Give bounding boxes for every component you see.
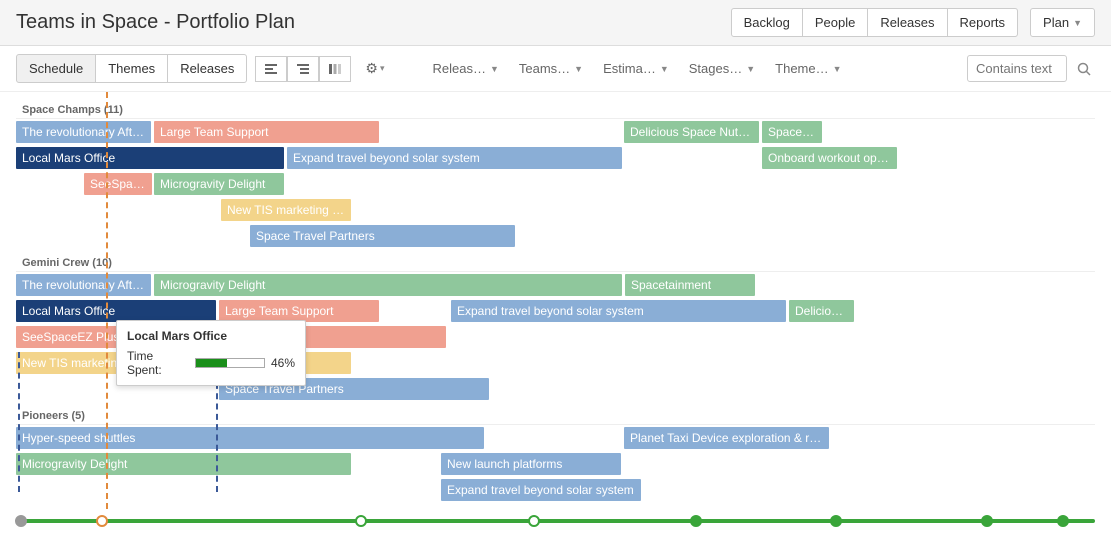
gantt-bar[interactable]: Onboard workout opt… (762, 147, 897, 169)
toolbar: Schedule Themes Releases ⚙ ▾ Releas…▼ Te… (0, 46, 1111, 92)
filter-releases[interactable]: Releas…▼ (426, 57, 504, 80)
timeline-marker[interactable] (830, 515, 842, 527)
nav-releases[interactable]: Releases (867, 8, 947, 37)
chevron-down-icon: ▼ (574, 64, 583, 74)
gantt-bar[interactable]: Hyper-speed shuttles (16, 427, 484, 449)
gantt-bar[interactable]: Microgravity Delight (154, 173, 284, 195)
gantt-bar[interactable]: Large Team Support (219, 300, 379, 322)
gantt-bar[interactable]: The revolutionary Aft… (16, 274, 151, 296)
nav-people[interactable]: People (802, 8, 868, 37)
group-header[interactable]: Space Champs (11) (16, 100, 1095, 119)
gantt-bar[interactable]: Expand travel beyond solar system (451, 300, 786, 322)
timeline-marker[interactable] (690, 515, 702, 527)
tab-schedule[interactable]: Schedule (16, 54, 96, 83)
view-tabs: Schedule Themes Releases (16, 54, 247, 83)
chevron-down-icon: ▼ (490, 64, 499, 74)
timeline-marker[interactable] (15, 515, 27, 527)
timeline[interactable] (16, 513, 1095, 529)
gantt-area: Space Champs (11)The revolutionary Aft…L… (0, 92, 1111, 533)
chevron-down-icon: ▼ (660, 64, 669, 74)
nav-reports[interactable]: Reports (947, 8, 1019, 37)
gantt-bar[interactable]: New TIS marketing c… (221, 199, 351, 221)
filter-stages[interactable]: Stages…▼ (683, 57, 761, 80)
chevron-down-icon: ▼ (1073, 18, 1082, 28)
plan-dropdown[interactable]: Plan ▼ (1030, 8, 1095, 37)
tooltip-percent: 46% (271, 356, 295, 370)
filter-teams[interactable]: Teams…▼ (513, 57, 589, 80)
chevron-down-icon: ▼ (746, 64, 755, 74)
gantt-bar[interactable]: Microgravity Delight (154, 274, 622, 296)
gantt-bar[interactable]: Microgravity Delight (16, 453, 351, 475)
layout-compact-icon[interactable] (255, 56, 287, 82)
chevron-down-icon: ▼ (833, 64, 842, 74)
gantt-bar[interactable]: Space Travel Partners (250, 225, 515, 247)
timeline-marker[interactable] (981, 515, 993, 527)
timeline-marker[interactable] (528, 515, 540, 527)
gantt-bar[interactable]: New launch platforms (441, 453, 621, 475)
search-icon[interactable] (1073, 58, 1095, 80)
timeline-marker[interactable] (355, 515, 367, 527)
gantt-row: Microgravity Delight New launch platforms (16, 451, 1095, 477)
group-header[interactable]: Pioneers (5) (16, 406, 1095, 425)
gantt-bar[interactable]: Delicious Space Nutr… (624, 121, 759, 143)
gantt-row: SeeSpa…Microgravity Delight (16, 171, 1095, 197)
tooltip-title: Local Mars Office (127, 329, 295, 343)
gantt-bar[interactable]: Local Mars Office (16, 147, 284, 169)
tooltip-progress (195, 358, 265, 368)
bar-tooltip: Local Mars Office Time Spent: 46% (116, 320, 306, 386)
gear-icon: ⚙ (365, 60, 378, 77)
gantt-row: Space Travel Partners (16, 223, 1095, 249)
layout-columns-icon[interactable] (319, 56, 351, 82)
gantt-row: The revolutionary Aft…Microgravity Delig… (16, 272, 1095, 298)
group-header[interactable]: Gemini Crew (10) (16, 253, 1095, 272)
timeline-marker[interactable] (96, 515, 108, 527)
header-actions: Backlog People Releases Reports Plan ▼ (731, 8, 1095, 37)
plan-label: Plan (1043, 15, 1069, 30)
gantt-bar[interactable]: Local Mars Office (16, 300, 216, 322)
tab-releases[interactable]: Releases (167, 54, 247, 83)
gantt-row: The revolutionary Aft…Large Team Support… (16, 119, 1095, 145)
gantt-row: Expand travel beyond solar system (16, 477, 1095, 503)
gantt-bar[interactable]: Spacetainment (625, 274, 755, 296)
tab-themes[interactable]: Themes (95, 54, 168, 83)
gantt-bar[interactable]: Spacetai… (762, 121, 822, 143)
gantt-row: Hyper-speed shuttles Planet Taxi Device e… (16, 425, 1095, 451)
gantt-bar[interactable]: Expand travel beyond solar system (441, 479, 641, 501)
header-nav-group: Backlog People Releases Reports (731, 8, 1018, 37)
gantt-bar[interactable]: SeeSpa… (84, 173, 152, 195)
gantt-bar[interactable]: Planet Taxi Device exploration & r… (624, 427, 829, 449)
page-title: Teams in Space - Portfolio Plan (16, 11, 295, 34)
gantt-bar[interactable]: Expand travel beyond solar system (287, 147, 622, 169)
timeline-marker[interactable] (1057, 515, 1069, 527)
settings-dropdown[interactable]: ⚙ ▾ (359, 56, 390, 81)
tooltip-label: Time Spent: (127, 349, 189, 377)
layout-tree-icon[interactable] (287, 56, 319, 82)
nav-backlog[interactable]: Backlog (731, 8, 803, 37)
layout-buttons (255, 56, 351, 82)
chevron-down-icon: ▾ (380, 63, 385, 74)
gantt-row: New TIS marketing c… (16, 197, 1095, 223)
gantt-bar[interactable]: Deliciou… (789, 300, 854, 322)
search-area (967, 55, 1095, 82)
filter-theme[interactable]: Theme…▼ (769, 57, 847, 80)
page-header: Teams in Space - Portfolio Plan Backlog … (0, 0, 1111, 46)
filter-estimate[interactable]: Estima…▼ (597, 57, 675, 80)
gantt-row: Local Mars OfficeExpand travel beyond so… (16, 145, 1095, 171)
gantt-bar[interactable]: Large Team Support (154, 121, 379, 143)
search-input[interactable] (967, 55, 1067, 82)
gantt-bar[interactable]: The revolutionary Aft… (16, 121, 151, 143)
tooltip-progress-fill (196, 359, 227, 367)
